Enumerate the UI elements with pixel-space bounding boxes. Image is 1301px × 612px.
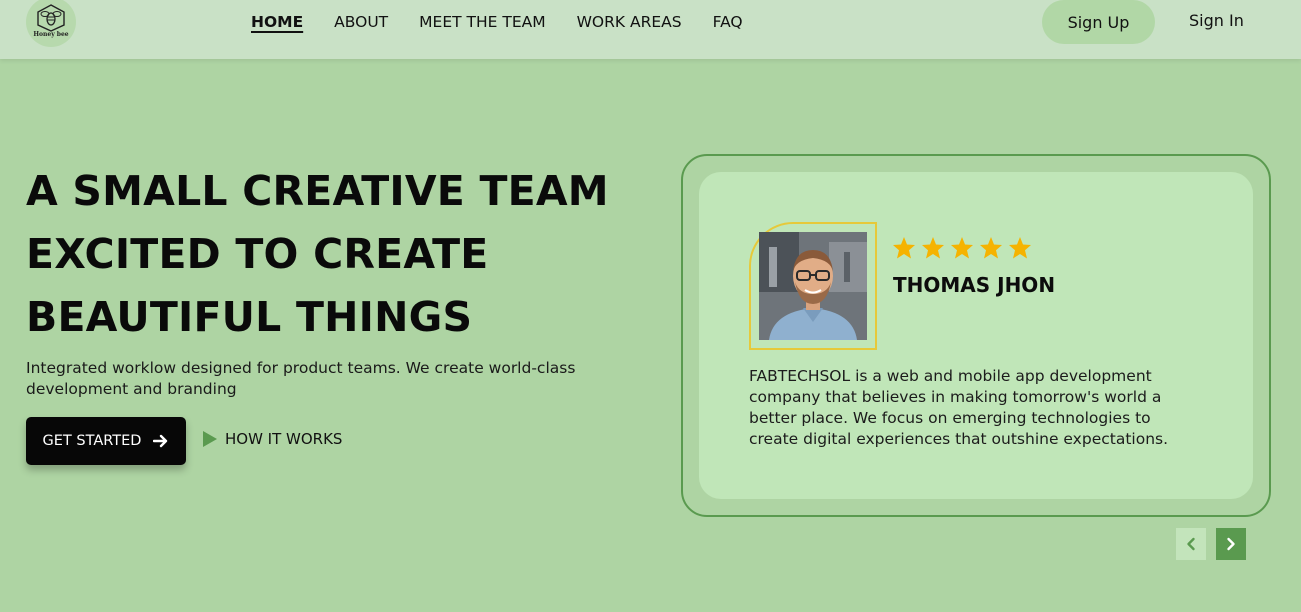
get-started-label: GET STARTED (42, 433, 142, 449)
star-icon (980, 237, 1002, 259)
nav-home[interactable]: HOME (251, 12, 303, 32)
bee-hexagon-icon (37, 4, 65, 32)
logo[interactable]: Honey bee (26, 0, 76, 47)
hero-title-line-2: EXCITED TO CREATE (26, 230, 489, 278)
carousel-next-button[interactable] (1216, 528, 1246, 560)
play-icon (203, 431, 217, 447)
nav-about[interactable]: ABOUT (334, 12, 388, 32)
hero-title-line-1: A SMALL CREATIVE TEAM (26, 167, 609, 215)
star-icon (922, 237, 944, 259)
avatar-image (759, 232, 867, 340)
hero-description: Integrated worklow designed for product … (26, 359, 576, 398)
chevron-right-icon (1227, 537, 1235, 551)
arrow-right-icon (153, 434, 168, 448)
nav-meet-the-team[interactable]: MEET THE TEAM (419, 12, 545, 32)
sign-in-link[interactable]: Sign In (1189, 11, 1244, 30)
avatar (759, 232, 867, 340)
get-started-button[interactable]: GET STARTED (26, 417, 186, 465)
site-header: Honey bee HOME ABOUT MEET THE TEAM WORK … (0, 0, 1301, 59)
carousel-prev-button[interactable] (1176, 528, 1206, 560)
how-it-works-link[interactable]: HOW IT WORKS (202, 430, 342, 448)
testimonial-name: THOMAS JHON (893, 273, 1056, 297)
nav-faq[interactable]: FAQ (713, 12, 743, 32)
how-it-works-label: HOW IT WORKS (225, 430, 343, 448)
main-nav: HOME ABOUT MEET THE TEAM WORK AREAS FAQ (251, 12, 774, 32)
logo-text: Honey bee (33, 31, 69, 38)
nav-work-areas[interactable]: WORK AREAS (577, 12, 682, 32)
hero-title-line-3: BEAUTIFUL THINGS (26, 293, 473, 341)
testimonial-quote: FABTECHSOL is a web and mobile app devel… (749, 367, 1169, 448)
star-icon (893, 237, 915, 259)
star-icon (1009, 237, 1031, 259)
star-icon (951, 237, 973, 259)
chevron-left-icon (1187, 537, 1195, 551)
sign-up-button[interactable]: Sign Up (1042, 0, 1155, 44)
hero-title: A SMALL CREATIVE TEAM EXCITED TO CREATE … (26, 160, 666, 349)
rating-stars (892, 236, 1032, 260)
